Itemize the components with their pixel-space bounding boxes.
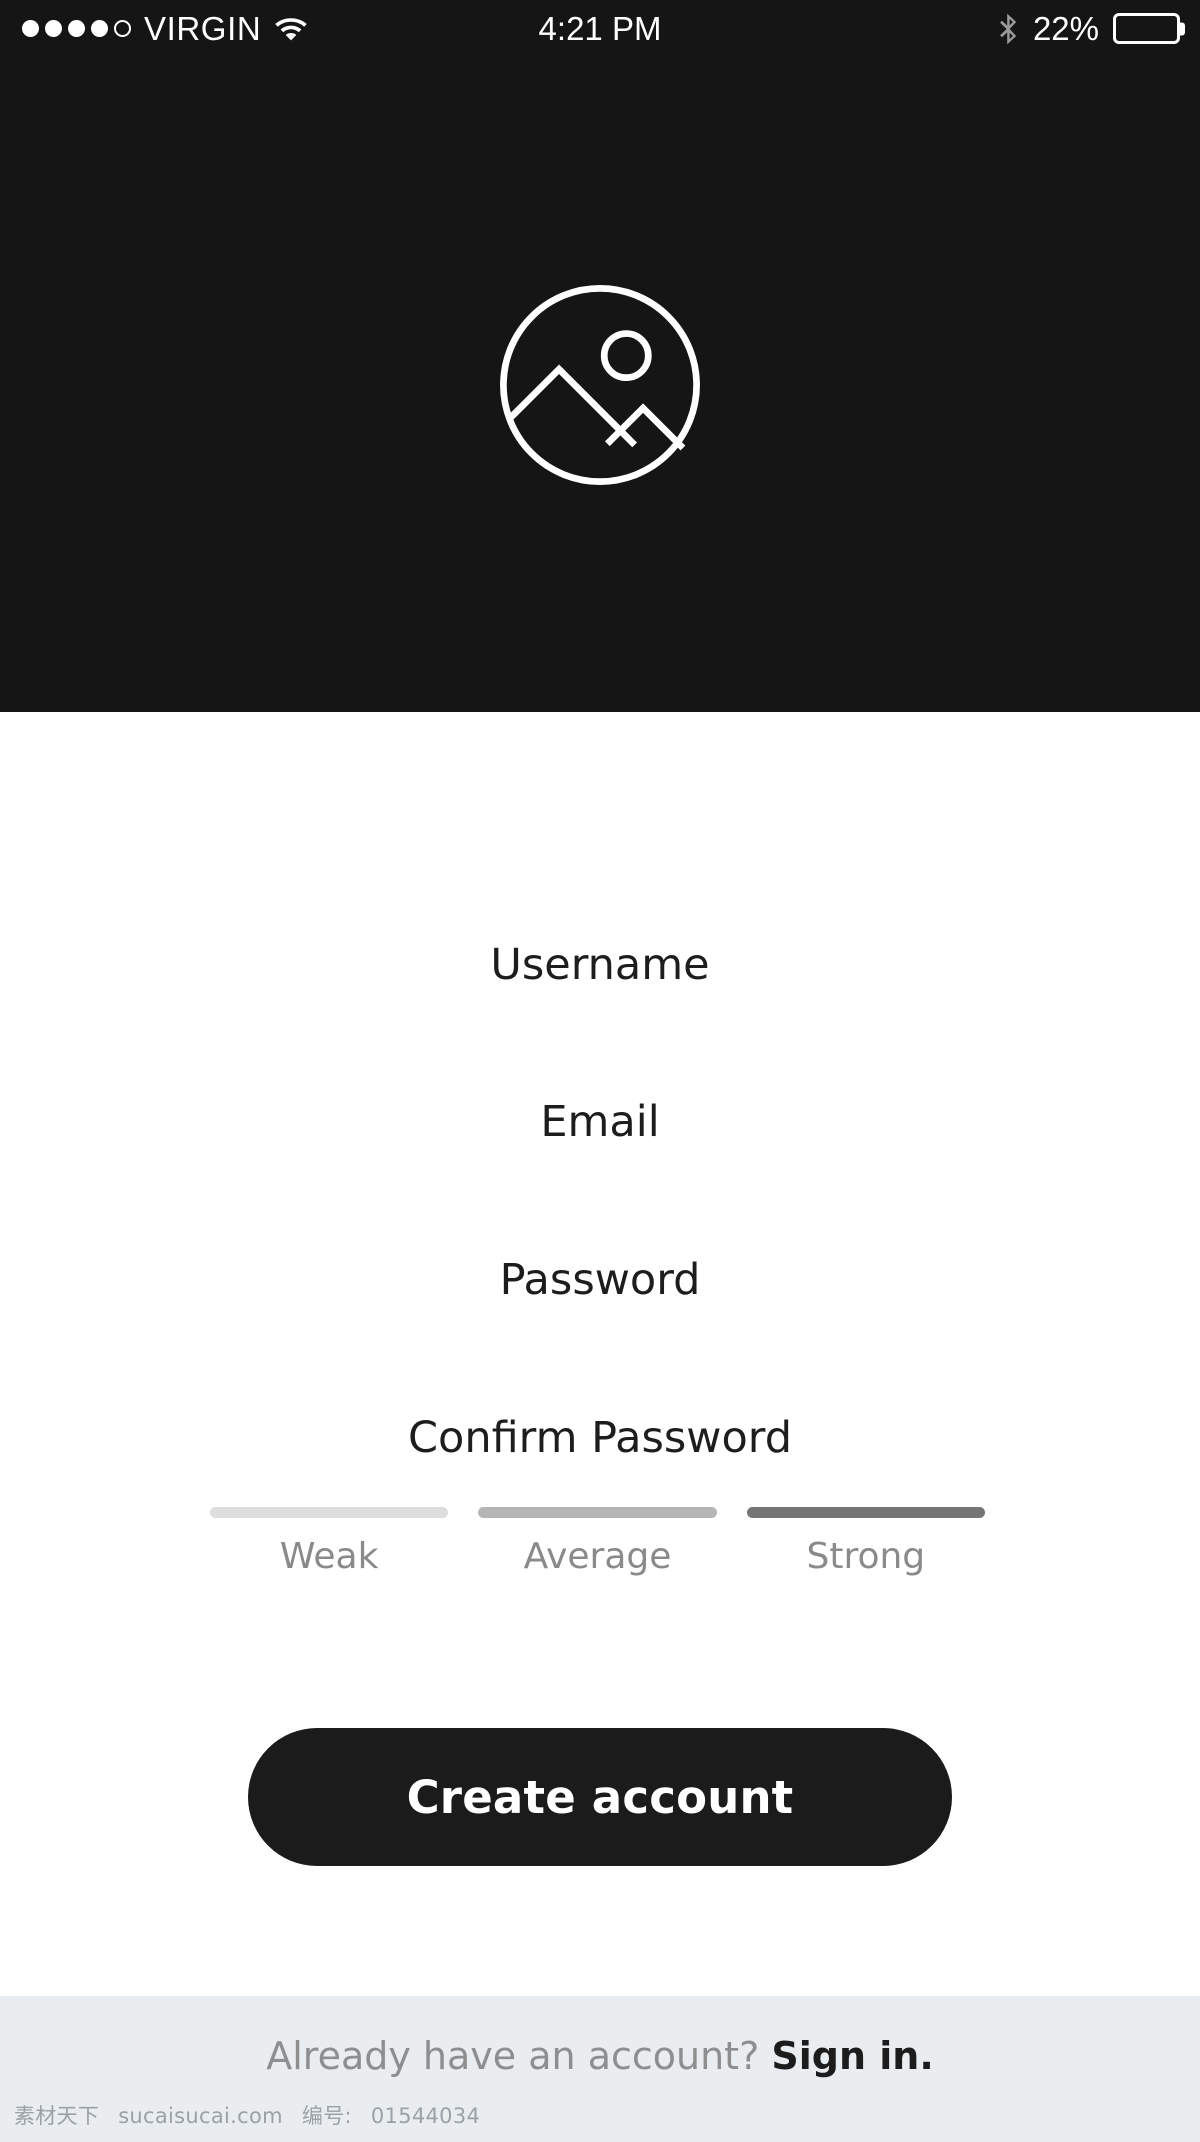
- bluetooth-icon: [999, 13, 1019, 45]
- signin-prompt-text: Already have an account?: [266, 2034, 760, 2078]
- signin-prompt: Already have an account? Sign in.: [0, 2037, 1200, 2075]
- signal-dot-empty: [114, 20, 131, 37]
- strength-label-average: Average: [523, 1536, 672, 1577]
- signal-strength-dots: [22, 20, 131, 37]
- password-field[interactable]: Password: [0, 1259, 1200, 1302]
- confirm-password-field-label: Confirm Password: [408, 1413, 792, 1463]
- status-bar: VIRGIN 4:21 PM 22%: [0, 0, 1200, 57]
- watermark-site-cn: 素材天下: [14, 2104, 100, 2128]
- stock-site-watermark: 素材天下 sucaisucai.com 编号: 01544034: [14, 2100, 492, 2130]
- status-bar-right-group: 22%: [999, 0, 1185, 57]
- watermark-id-value: 01544034: [370, 2104, 481, 2128]
- strength-bar-weak: [210, 1507, 449, 1518]
- battery-icon: [1113, 13, 1185, 44]
- email-field[interactable]: Email: [0, 1101, 1200, 1144]
- signal-dot-filled: [22, 20, 39, 37]
- hero-banner: [0, 57, 1200, 712]
- sign-in-link[interactable]: Sign in.: [771, 2034, 933, 2078]
- password-strength-labels: Weak Average Strong: [210, 1539, 985, 1575]
- confirm-password-field[interactable]: Confirm Password: [0, 1417, 1200, 1460]
- signal-dot-filled: [68, 20, 85, 37]
- create-account-button[interactable]: Create account: [248, 1728, 952, 1866]
- battery-cap: [1180, 22, 1185, 35]
- strength-label-strong: Strong: [806, 1536, 926, 1577]
- cta-container: Create account: [0, 1728, 1200, 1866]
- image-placeholder-icon: [495, 280, 705, 490]
- signal-dot-filled: [45, 20, 62, 37]
- password-field-label: Password: [499, 1255, 701, 1305]
- status-bar-left-group: VIRGIN: [22, 0, 308, 57]
- password-strength-meter: Weak Average Strong: [210, 1507, 985, 1575]
- carrier-label: VIRGIN: [144, 10, 262, 47]
- signup-form: Username Email Password Confirm Password…: [0, 712, 1200, 1996]
- watermark-site-url: sucaisucai.com: [118, 2104, 283, 2128]
- clock-label: 4:21 PM: [538, 10, 662, 47]
- signup-screen: VIRGIN 4:21 PM 22% Username Email Passwo…: [0, 0, 1200, 2142]
- signal-dot-filled: [91, 20, 108, 37]
- search-input username-field[interactable]: Username: [0, 944, 1200, 987]
- watermark-id-label: 编号:: [301, 2104, 352, 2128]
- wifi-icon: [274, 15, 308, 42]
- strength-label-weak: Weak: [279, 1536, 379, 1577]
- strength-bar-average: [478, 1507, 717, 1518]
- strength-bar-strong: [746, 1507, 985, 1518]
- battery-percent-label: 22%: [1032, 10, 1099, 47]
- username-field-label: Username: [490, 940, 710, 990]
- password-strength-bars: [210, 1507, 985, 1518]
- email-field-label: Email: [540, 1097, 660, 1147]
